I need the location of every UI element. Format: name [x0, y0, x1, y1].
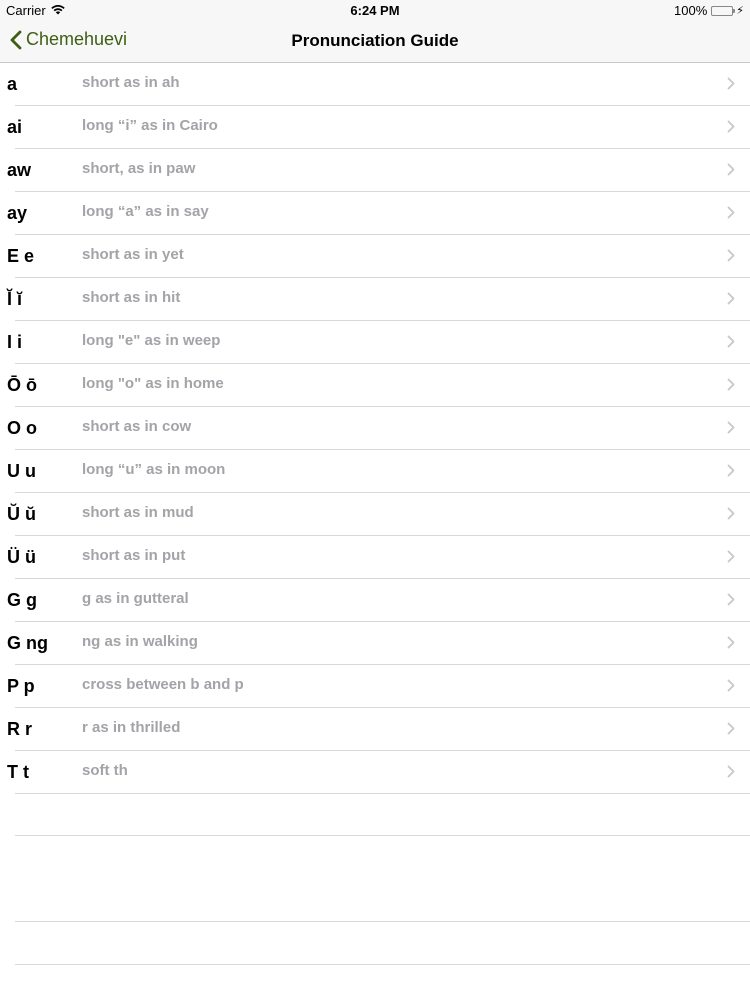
chevron-right-icon — [727, 464, 735, 482]
charging-bolt-icon: ⚡ — [736, 5, 744, 17]
list-item-letter: aw — [7, 160, 32, 180]
chevron-right-icon — [727, 765, 735, 783]
list-item-description: short as in put — [82, 547, 186, 564]
list-item[interactable]: aw short, as in paw — [0, 149, 750, 192]
list-item[interactable]: ay long “a” as in say — [0, 192, 750, 235]
list-item-letter: R r — [7, 719, 33, 739]
list-item-letter: T t — [7, 762, 29, 782]
list-item-description: short as in hit — [82, 289, 181, 306]
chevron-right-icon — [727, 292, 735, 310]
list-item-description: long “i” as in Cairo — [82, 117, 218, 134]
list-item-description: long "e" as in weep — [82, 332, 221, 349]
list-item-letter: G ng — [7, 633, 48, 653]
list-item[interactable]: Ŭ ŭ short as in mud — [0, 493, 750, 536]
chevron-right-icon — [727, 421, 735, 439]
list-item-letter: a — [7, 74, 18, 94]
list-item-description: short as in yet — [82, 246, 184, 263]
list-item[interactable]: Ĭ ĭ short as in hit — [0, 278, 750, 321]
list-item-description: long "o" as in home — [82, 375, 224, 392]
list-item[interactable]: G g g as in gutteral — [0, 579, 750, 622]
chevron-right-icon — [727, 335, 735, 353]
chevron-right-icon — [727, 163, 735, 181]
list-item[interactable]: Ü ü short as in put — [0, 536, 750, 579]
chevron-right-icon — [727, 378, 735, 396]
list-item-letter: I i — [7, 332, 23, 352]
list-item-description: r as in thrilled — [82, 719, 181, 736]
battery-indicator: 100% ⚡ — [674, 3, 744, 18]
battery-percent: 100% — [674, 3, 708, 18]
list-item[interactable]: T t soft th — [0, 751, 750, 794]
list-item[interactable]: I i long "e" as in weep — [0, 321, 750, 364]
list-item-description: g as in gutteral — [82, 590, 189, 607]
list-item-letter: G g — [7, 590, 37, 610]
chevron-right-icon — [727, 206, 735, 224]
list-item[interactable]: R r r as in thrilled — [0, 708, 750, 751]
chevron-right-icon — [727, 636, 735, 654]
list-item[interactable]: Ō ō long "o" as in home — [0, 364, 750, 407]
list-item-description: long “u” as in moon — [82, 461, 226, 478]
list-item-letter: Ü ü — [7, 547, 36, 567]
list-item-letter: ay — [7, 203, 28, 223]
list-item-description: long “a” as in say — [82, 203, 209, 220]
status-bar: Carrier 6:24 PM 100% ⚡ — [0, 0, 750, 20]
list-item[interactable]: U u long “u” as in moon — [0, 450, 750, 493]
chevron-right-icon — [727, 507, 735, 525]
list-item-description: ng as in walking — [82, 633, 198, 650]
chevron-right-icon — [727, 550, 735, 568]
list-item-description: short, as in paw — [82, 160, 196, 177]
list-item[interactable]: a short as in ah — [0, 63, 750, 106]
chevron-right-icon — [727, 593, 735, 611]
list-item-letter: Ŭ ŭ — [7, 504, 36, 524]
list-item-letter: Ō ō — [7, 375, 37, 395]
battery-icon — [711, 5, 736, 16]
status-time: 6:24 PM — [350, 3, 400, 18]
list-item-letter: E e — [7, 246, 35, 266]
list-item-letter: U u — [7, 461, 36, 481]
list-item-description: soft th — [82, 762, 128, 779]
list-item[interactable]: ai long “i” as in Cairo — [0, 106, 750, 149]
list-item-description: short as in ah — [82, 74, 180, 91]
chevron-right-icon — [727, 120, 735, 138]
chevron-right-icon — [727, 722, 735, 740]
row-separator — [15, 793, 750, 794]
empty-row-separator — [15, 964, 750, 965]
list-item-description: cross between b and p — [82, 676, 244, 693]
chevron-right-icon — [727, 249, 735, 267]
list-item-description: short as in cow — [82, 418, 192, 435]
list-item-description: short as in mud — [82, 504, 194, 521]
pronunciation-list: a short as in ah ai long “i” as in Cairo aw s… — [0, 63, 750, 794]
list-item-letter: ai — [7, 117, 23, 137]
list-item-letter: O o — [7, 418, 37, 438]
navigation-bar: Chemehuevi Pronunciation Guide — [0, 20, 750, 63]
list-item-letter: P p — [7, 676, 35, 696]
list-item-letter: Ĭ ĭ — [7, 289, 23, 309]
page-title: Pronunciation Guide — [291, 31, 459, 50]
list-item[interactable]: G ng ng as in walking — [0, 622, 750, 665]
chevron-right-icon — [727, 77, 735, 95]
empty-row-separator — [15, 921, 750, 922]
chevron-right-icon — [727, 679, 735, 697]
list-item[interactable]: O o short as in cow — [0, 407, 750, 450]
list-item[interactable]: E e short as in yet — [0, 235, 750, 278]
list-item[interactable]: P p cross between b and p — [0, 665, 750, 708]
empty-row-separator — [15, 835, 750, 836]
